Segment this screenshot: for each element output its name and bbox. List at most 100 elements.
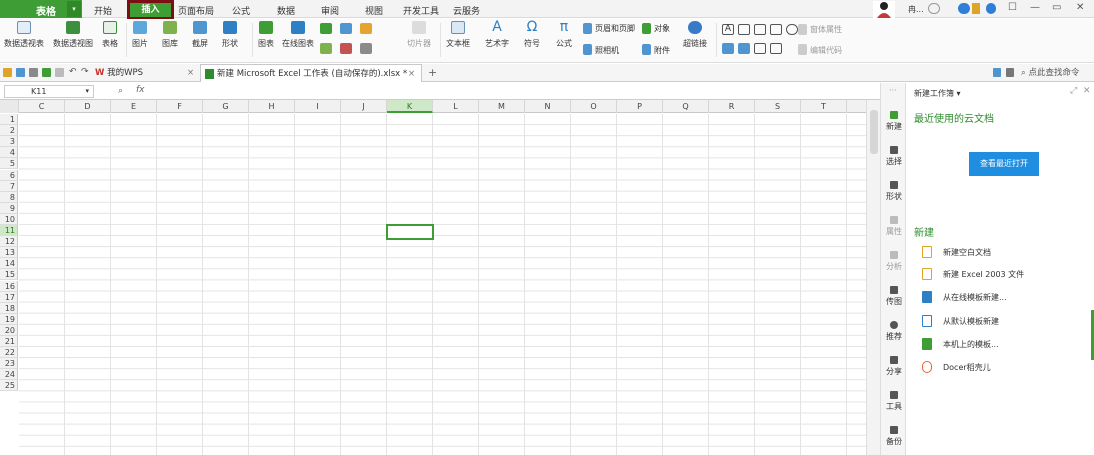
pie-chart-icon[interactable]	[360, 23, 372, 34]
gallery-button[interactable]: 图库	[162, 21, 178, 49]
close-pane-icon[interactable]: ✕	[1083, 86, 1091, 96]
new-blank-doc-item[interactable]: 新建空白文档	[922, 245, 991, 259]
object-icon[interactable]	[642, 23, 651, 34]
row-header[interactable]: 10	[0, 213, 18, 225]
cloud-sync-icon[interactable]	[958, 3, 970, 14]
equation-button[interactable]: π 公式	[556, 20, 572, 49]
row-header[interactable]: 4	[0, 147, 18, 159]
redo-icon[interactable]: ↷	[81, 68, 90, 77]
side-backup-button[interactable]: 备份	[881, 426, 907, 447]
minimize-icon[interactable]: —	[1030, 2, 1040, 13]
column-header[interactable]: S	[755, 100, 801, 113]
header-footer-label[interactable]: 页眉和页脚	[595, 23, 635, 34]
tab-developer[interactable]: 开发工具	[403, 4, 439, 17]
tab-formulas[interactable]: 公式	[232, 4, 250, 17]
side-shapes-button[interactable]: 形状	[881, 181, 907, 202]
column-header[interactable]: F	[157, 100, 203, 113]
backup-icon[interactable]	[993, 68, 1001, 77]
edit-code-label[interactable]: 编辑代码	[810, 45, 842, 56]
avatar[interactable]	[873, 1, 895, 18]
bar-chart-icon[interactable]	[320, 43, 332, 54]
side-properties-button[interactable]: 属性	[881, 216, 907, 237]
chevron-down-icon[interactable]: ▾	[85, 86, 89, 97]
form-spinner-icon[interactable]	[738, 43, 750, 54]
row-header[interactable]: 17	[0, 291, 18, 303]
feedback-icon[interactable]	[1006, 68, 1014, 77]
zoom-icon[interactable]: ⌕	[118, 86, 123, 96]
row-header[interactable]: 25	[0, 380, 18, 392]
fx-button[interactable]: fx	[136, 85, 145, 95]
row-header[interactable]: 18	[0, 302, 18, 314]
side-analysis-button[interactable]: 分析	[881, 251, 907, 272]
tab-review[interactable]: 审阅	[321, 4, 339, 17]
row-header[interactable]: 20	[0, 324, 18, 336]
pivot-chart-button[interactable]: 数据透视图	[53, 21, 93, 49]
tab-home[interactable]: 开始	[94, 4, 112, 17]
tab-page-layout[interactable]: 页面布局	[178, 4, 214, 17]
row-header[interactable]: 16	[0, 280, 18, 292]
open-folder-icon[interactable]	[3, 68, 12, 77]
column-header[interactable]: M	[479, 100, 525, 113]
format-painter-icon[interactable]	[55, 68, 64, 77]
tab-my-wps[interactable]: W 我的WPS ×	[95, 64, 200, 82]
line-chart-icon[interactable]	[340, 23, 352, 34]
column-header[interactable]: O	[571, 100, 617, 113]
form-properties-label[interactable]: 窗体属性	[810, 24, 842, 35]
column-header[interactable]: I	[295, 100, 341, 113]
tab-workbook[interactable]: 新建 Microsoft Excel 工作表 (自动保存的).xlsx * ×	[200, 64, 422, 82]
tab-data[interactable]: 数据	[277, 4, 295, 17]
tab-insert[interactable]: 插入	[127, 0, 174, 20]
view-recent-button[interactable]: 查看最近打开	[969, 152, 1039, 176]
area-chart-icon[interactable]	[340, 43, 352, 54]
app-menu-dropdown-icon[interactable]: ▾	[67, 1, 81, 17]
fullscreen-icon[interactable]: ☐	[1008, 2, 1017, 13]
vertical-scrollbar[interactable]	[866, 100, 880, 455]
command-search[interactable]: ⌕ 点此查找命令	[1021, 64, 1079, 82]
docer-item[interactable]: Docer稻壳儿	[922, 360, 991, 374]
save-icon[interactable]	[16, 68, 25, 77]
undo-icon[interactable]: ↶	[69, 68, 78, 77]
screenshot-button[interactable]: 截屏	[192, 21, 208, 49]
side-tools-button[interactable]: 工具	[881, 391, 907, 412]
app-menu-button[interactable]: 表格 ▾	[0, 0, 82, 18]
name-box[interactable]: K11 ▾	[4, 85, 94, 98]
symbol-button[interactable]: Ω 符号	[524, 20, 540, 49]
form-radio-icon[interactable]	[786, 24, 798, 35]
row-header[interactable]: 14	[0, 258, 18, 270]
wordart-button[interactable]: A 艺术字	[485, 20, 509, 49]
restore-icon[interactable]: ▭	[1052, 2, 1061, 13]
column-header[interactable]: Q	[663, 100, 709, 113]
row-header[interactable]: 8	[0, 191, 18, 203]
side-share-button[interactable]: 分享	[881, 356, 907, 377]
column-header[interactable]: H	[249, 100, 295, 113]
row-header[interactable]: 19	[0, 313, 18, 325]
active-cell[interactable]	[386, 224, 434, 241]
column-header[interactable]: K	[387, 100, 433, 113]
user-name[interactable]: 冉...	[908, 4, 924, 15]
column-header[interactable]: E	[111, 100, 157, 113]
column-chart-icon[interactable]	[320, 23, 332, 34]
new-excel2003-item[interactable]: 新建 Excel 2003 文件	[922, 267, 1024, 281]
slicer-button[interactable]: 切片器	[407, 21, 431, 49]
online-template-item[interactable]: 从在线模板新建...	[922, 290, 1007, 304]
select-all-corner[interactable]	[0, 100, 19, 113]
formula-input[interactable]	[156, 84, 876, 98]
online-chart-button[interactable]: 在线图表	[282, 21, 314, 49]
shapes-button[interactable]: 形状	[222, 21, 238, 49]
form-groupbox-icon[interactable]	[754, 43, 766, 54]
object-label[interactable]: 对象	[654, 23, 670, 34]
status-icon[interactable]	[928, 3, 940, 14]
column-header[interactable]: P	[617, 100, 663, 113]
column-header[interactable]: T	[801, 100, 847, 113]
form-listbox-icon[interactable]	[754, 24, 766, 35]
column-header[interactable]: L	[433, 100, 479, 113]
form-scrollbar-icon[interactable]	[770, 43, 782, 54]
task-pane-title[interactable]: 新建工作簿 ▾	[914, 88, 961, 99]
side-recommend-button[interactable]: 推荐	[881, 321, 907, 342]
column-header[interactable]: J	[341, 100, 387, 113]
row-header[interactable]: 2	[0, 125, 18, 137]
row-header[interactable]: 11	[0, 225, 18, 236]
column-header[interactable]: N	[525, 100, 571, 113]
cell-area[interactable]	[19, 114, 866, 455]
row-header[interactable]: 9	[0, 202, 18, 214]
